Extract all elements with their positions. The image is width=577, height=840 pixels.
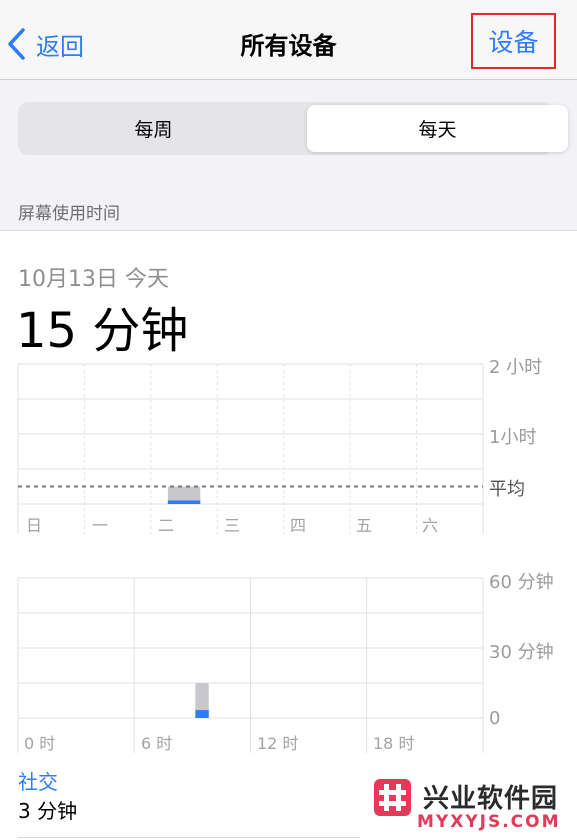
period-segmented-control: 每周 每天 — [18, 102, 568, 155]
day-label: 五 — [356, 516, 373, 535]
day-label: 二 — [158, 516, 175, 535]
hourly-y-tick-zero: 0 — [489, 708, 501, 729]
weekly-chart-svg — [17, 363, 484, 534]
section-header: 屏幕使用时间 — [18, 204, 120, 224]
devices-button[interactable]: 设备 — [471, 13, 556, 69]
category-time: 3 分钟 — [18, 799, 78, 823]
weekly-bar-social — [167, 500, 201, 504]
watermark-logo-icon — [374, 779, 411, 816]
day-label: 四 — [290, 516, 307, 535]
divider — [18, 837, 360, 838]
segment-daily[interactable]: 每天 — [307, 105, 568, 152]
hour-label: 0 时 — [24, 734, 56, 753]
hour-label: 18 时 — [373, 734, 415, 753]
weekly-y-tick-mid: 1小时 — [489, 427, 537, 448]
category-social-link[interactable]: 社交 — [18, 766, 58, 795]
day-label: 一 — [92, 516, 109, 535]
hourly-bar-social — [195, 710, 209, 718]
hour-label: 6 时 — [141, 734, 173, 753]
average-label: 平均 — [489, 479, 525, 500]
screen-time-card: 10月13日 今天 15 分钟 2 小时 1小时 平均 日 一 二 三 四 五 … — [0, 230, 577, 840]
day-label: 六 — [422, 516, 439, 535]
date-label: 10月13日 今天 — [18, 267, 169, 292]
segment-weekly[interactable]: 每周 — [21, 105, 286, 152]
total-screen-time: 15 分钟 — [16, 303, 189, 359]
hourly-y-tick-max: 60 分钟 — [489, 572, 554, 593]
navigation-bar: 返回 所有设备 设备 — [0, 0, 577, 80]
weekly-y-tick-max: 2 小时 — [489, 357, 543, 378]
weekly-usage-chart[interactable]: 2 小时 1小时 平均 日 一 二 三 四 五 六 — [0, 357, 577, 535]
watermark: 兴业软件园 MYXYJS.COM — [363, 770, 577, 840]
hourly-y-tick-mid: 30 分钟 — [489, 642, 554, 663]
day-label: 三 — [224, 516, 241, 535]
watermark-title: 兴业软件园 — [423, 784, 559, 814]
hourly-usage-chart[interactable]: 60 分钟 30 分钟 0 0 时 6 时 12 时 18 时 — [0, 572, 577, 758]
day-label: 日 — [26, 516, 43, 535]
hour-label: 12 时 — [257, 734, 299, 753]
watermark-url: MYXYJS.COM — [417, 812, 561, 832]
